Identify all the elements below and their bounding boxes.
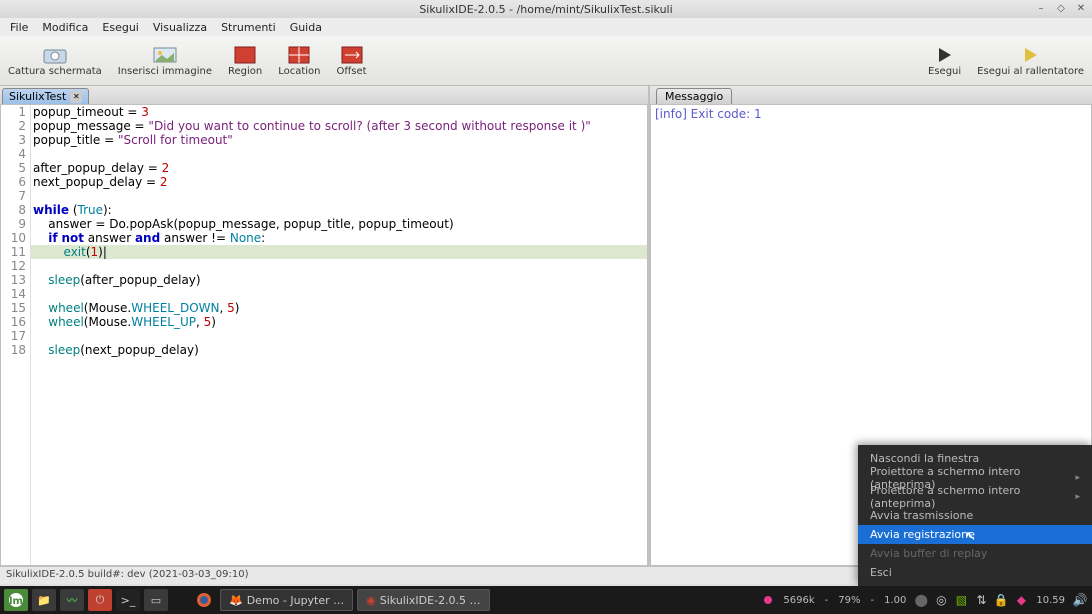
offset-button[interactable]: Offset — [333, 42, 371, 79]
insert-image-button[interactable]: Inserisci immagine — [114, 42, 216, 79]
region-button[interactable]: Region — [224, 42, 266, 79]
taskbar: lm 📁 〰 ⏻ >_ ▭ 🦊 Demo - Jupyter … ◉ Sikul… — [0, 586, 1092, 614]
monitor-icon[interactable]: 〰 — [60, 589, 84, 611]
nvidia-tray-icon[interactable]: ▧ — [953, 592, 969, 608]
location-icon — [285, 44, 313, 66]
line-gutter: 123456789101112131415161718 — [1, 105, 31, 565]
taskbar-task-sikulix[interactable]: ◉ SikulixIDE-2.0.5 … — [357, 589, 489, 611]
files-icon[interactable]: 📁 — [32, 589, 56, 611]
window-titlebar: SikulixIDE-2.0.5 - /home/mint/SikulixTes… — [0, 0, 1092, 18]
camera-icon — [41, 44, 69, 66]
offset-icon — [338, 44, 366, 66]
toolbar: Cattura schermata Inserisci immagine Reg… — [0, 36, 1092, 86]
menu-strumenti[interactable]: Strumenti — [215, 20, 282, 35]
record-tray-icon[interactable]: ⬤ — [913, 592, 929, 608]
network-tray-icon[interactable]: ⇅ — [973, 592, 989, 608]
close-button[interactable]: ✕ — [1074, 1, 1088, 15]
lock-tray-icon[interactable]: 🔒 — [993, 592, 1009, 608]
context-menu-item: Avvia buffer di replay — [858, 544, 1092, 563]
net-speed: 5696k — [783, 595, 814, 606]
maximize-button[interactable]: ◇ — [1054, 1, 1068, 15]
context-menu-item[interactable]: Esci — [858, 563, 1092, 582]
cpu-usage: 79% — [838, 595, 860, 606]
code-body[interactable]: popup_timeout = 3popup_message = "Did yo… — [31, 105, 647, 565]
play-slow-icon — [1017, 44, 1045, 66]
clock: 10.59 — [1036, 595, 1065, 606]
message-tab[interactable]: Messaggio — [656, 88, 732, 104]
app-tray-icon[interactable]: ◆ — [1013, 592, 1029, 608]
menu-esegui[interactable]: Esegui — [96, 20, 144, 35]
menu-guida[interactable]: Guida — [284, 20, 328, 35]
message-tabbar: Messaggio — [650, 86, 1092, 104]
play-icon — [931, 44, 959, 66]
svg-text:lm: lm — [9, 596, 23, 607]
editor-pane: SikulixTest ✕ 12345678910111213141516171… — [0, 86, 650, 566]
image-icon — [151, 44, 179, 66]
run-button[interactable]: Esegui — [924, 42, 965, 79]
menu-visualizza[interactable]: Visualizza — [147, 20, 213, 35]
desktop-icon[interactable]: ▭ — [144, 589, 168, 611]
capture-screenshot-button[interactable]: Cattura schermata — [4, 42, 106, 79]
power-icon[interactable]: ⏻ — [88, 589, 112, 611]
location-tray-icon[interactable] — [760, 592, 776, 608]
tab-close-icon[interactable]: ✕ — [70, 91, 82, 103]
editor-tab[interactable]: SikulixTest ✕ — [2, 88, 89, 104]
firefox-launcher[interactable] — [192, 589, 216, 611]
start-menu-button[interactable]: lm — [4, 589, 28, 611]
load-avg: 1.00 — [884, 595, 906, 606]
cursor-icon: ↖ — [965, 529, 976, 544]
firefox-icon: 🦊 — [229, 594, 243, 607]
tray-context-menu: Nascondi la finestraProiettore a schermo… — [858, 445, 1092, 586]
code-editor[interactable]: 123456789101112131415161718 popup_timeou… — [0, 104, 648, 566]
region-icon — [231, 44, 259, 66]
editor-tabbar: SikulixTest ✕ — [0, 86, 648, 104]
menubar: File Modifica Esegui Visualizza Strument… — [0, 18, 1092, 36]
volume-tray-icon[interactable]: 🔊 — [1072, 592, 1088, 608]
run-slow-button[interactable]: Esegui al rallentatore — [973, 42, 1088, 79]
menu-file[interactable]: File — [4, 20, 34, 35]
taskbar-task-firefox[interactable]: 🦊 Demo - Jupyter … — [220, 589, 353, 611]
minimize-button[interactable]: – — [1034, 1, 1048, 15]
context-menu-item[interactable]: Proiettore a schermo intero (anteprima)▸ — [858, 487, 1092, 506]
sikuli-icon: ◉ — [366, 594, 376, 607]
terminal-icon[interactable]: >_ — [116, 589, 140, 611]
window-title: SikulixIDE-2.0.5 - /home/mint/SikulixTes… — [419, 3, 672, 16]
obs-tray-icon[interactable]: ◎ — [933, 592, 949, 608]
menu-modifica[interactable]: Modifica — [36, 20, 94, 35]
location-button[interactable]: Location — [274, 42, 324, 79]
